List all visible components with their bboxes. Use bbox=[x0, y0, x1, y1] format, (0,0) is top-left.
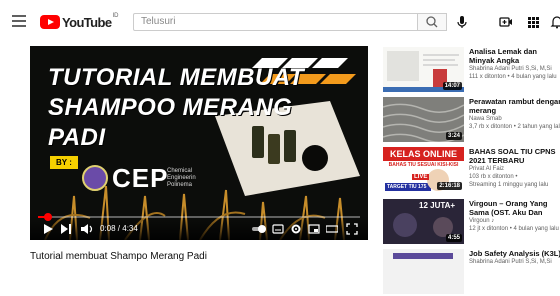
logo-text: YouTube bbox=[62, 14, 112, 30]
next-icon[interactable] bbox=[60, 223, 72, 235]
recommended-video[interactable]: KELAS ONLINE BAHAS TIU SESUAI KISI-KISI … bbox=[383, 147, 560, 194]
recommended-video[interactable]: 14:07 Analisa Lemak dan Minyak Angka Pen… bbox=[383, 47, 560, 94]
top-bar: YouTube ID Telusuri bbox=[0, 0, 560, 44]
search-button[interactable] bbox=[417, 13, 447, 31]
volume-icon[interactable] bbox=[80, 223, 94, 235]
channel-name[interactable]: Virgoun ♪ bbox=[469, 217, 560, 225]
video-title: Perawatan rambut dengan merang bbox=[469, 97, 560, 115]
duration-badge: 2:16:18 bbox=[437, 182, 462, 190]
scrubber-handle[interactable] bbox=[43, 213, 52, 221]
brand-subtitle: Chemical Engineerin Polinema bbox=[167, 168, 196, 188]
thumbnail-title-line-2: SHAMPOO MERANG bbox=[48, 94, 293, 121]
youtube-logo[interactable]: YouTube ID bbox=[40, 13, 119, 30]
brand-name: CEP bbox=[112, 163, 169, 193]
video-stats: 103 rb x ditonton • bbox=[469, 174, 518, 180]
thumbnail-overlay-text: 12 JUTA+ bbox=[419, 201, 456, 210]
create-video-icon[interactable] bbox=[498, 14, 514, 30]
autoplay-toggle-icon[interactable] bbox=[252, 223, 266, 235]
apps-grid-icon[interactable] bbox=[525, 14, 541, 30]
channel-name[interactable]: Shabrina Adani Putri S,Si, M,Si bbox=[469, 65, 560, 73]
thumbnail-image bbox=[383, 249, 464, 294]
channel-name[interactable]: Nawa Smab bbox=[469, 115, 560, 123]
video-stats: 3,7 rb x ditonton • 2 tahun yang lalu bbox=[469, 124, 560, 130]
youtube-play-icon bbox=[40, 15, 60, 29]
thumbnail-title-line-1: TUTORIAL MEMBUAT bbox=[48, 64, 304, 91]
duration-badge: 3:24 bbox=[445, 132, 462, 140]
theater-mode-icon[interactable] bbox=[326, 223, 338, 235]
video-stats: 111 x ditonton • 4 bulan yang lalu bbox=[469, 74, 557, 80]
live-badge: LIVE bbox=[412, 174, 430, 180]
recommended-video[interactable]: 12 JUTA+ 4:55 Virgoun – Orang Yang Sama … bbox=[383, 199, 560, 246]
video-title: Tutorial membuat Shampo Merang Padi bbox=[30, 251, 207, 262]
logo-region: ID bbox=[112, 13, 119, 19]
video-title: Virgoun – Orang Yang Sama (OST. Aku Dan … bbox=[469, 199, 548, 217]
mic-icon[interactable] bbox=[455, 14, 469, 30]
channel-name[interactable]: Privat Al Faiz bbox=[469, 165, 560, 173]
university-seal-icon bbox=[82, 165, 108, 191]
video-thumbnail: 12 JUTA+ 4:55 bbox=[383, 199, 464, 244]
video-thumbnail: KELAS ONLINE BAHAS TIU SESUAI KISI-KISI … bbox=[383, 147, 464, 192]
video-stats: 12 jt x ditonton • 4 bulan yang lalu bbox=[469, 226, 559, 232]
video-thumbnail: 14:07 bbox=[383, 47, 464, 92]
thumbnail-subtitle: BAHAS TIU SESUAI KISI-KISI bbox=[388, 162, 459, 168]
search-icon bbox=[426, 16, 438, 28]
video-title: Job Safety Analysis (K3L) bbox=[469, 249, 560, 258]
video-title: Analisa Lemak dan Minyak Angka Penyabuna… bbox=[469, 47, 537, 65]
video-player[interactable]: TUTORIAL MEMBUAT SHAMPOO MERANG PADI BY … bbox=[30, 46, 368, 240]
play-icon[interactable] bbox=[42, 223, 54, 235]
duration-badge: 14:07 bbox=[442, 82, 462, 90]
video-thumbnail bbox=[383, 249, 464, 294]
fullscreen-icon[interactable] bbox=[346, 223, 358, 235]
video-title: BAHAS SOAL TIU CPNS 2021 TERBARU bbox=[469, 147, 556, 165]
thumbnail-title-line-3: PADI bbox=[48, 124, 106, 151]
subtitles-icon[interactable] bbox=[272, 223, 284, 235]
settings-gear-icon[interactable] bbox=[290, 223, 302, 235]
channel-name[interactable]: Shabrina Adani Putri S,Si, M,Si bbox=[469, 258, 560, 266]
thumbnail-banner: KELAS ONLINE bbox=[383, 147, 464, 161]
thumbnail-caption: TARGET TIU 175 bbox=[385, 183, 431, 191]
miniplayer-icon[interactable] bbox=[308, 223, 320, 235]
by-badge: BY : bbox=[50, 156, 78, 169]
duration-badge: 4:55 bbox=[445, 234, 462, 242]
time-display: 0:08 / 4:34 bbox=[100, 224, 138, 233]
menu-icon[interactable] bbox=[12, 15, 26, 27]
stream-info: Streaming 1 minggu yang lalu bbox=[469, 182, 549, 188]
recommended-video[interactable]: 3:24 Perawatan rambut dengan merang Nawa… bbox=[383, 97, 560, 144]
video-thumbnail: 3:24 bbox=[383, 97, 464, 142]
notifications-bell-icon[interactable] bbox=[549, 14, 560, 30]
recommended-video[interactable]: Job Safety Analysis (K3L) Shabrina Adani… bbox=[383, 249, 560, 296]
progress-bar[interactable] bbox=[38, 213, 360, 221]
search-input[interactable]: Telusuri bbox=[133, 13, 418, 31]
